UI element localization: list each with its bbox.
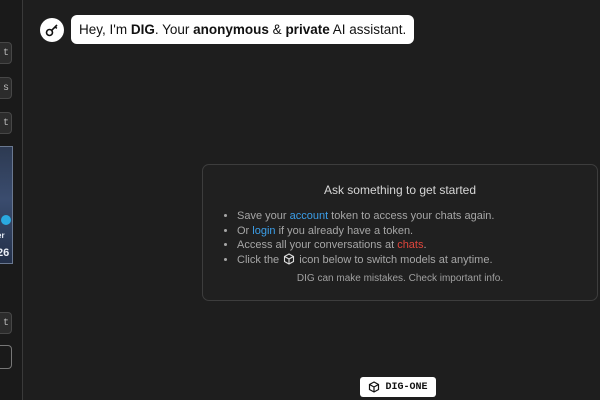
banner-number: 26 [0,247,10,259]
tip-login: Or login if you already have a token. [237,224,494,239]
sidebar-button-3[interactable]: t [0,112,12,134]
model-name: DIG-ONE [385,381,428,393]
tip-text: if you already have a token. [275,224,414,237]
tip-text: Or [237,224,253,237]
tip-text: . [423,239,427,252]
sidebar-button-label: t [2,47,9,59]
greeting-middle: . Your [154,22,194,37]
tip-text: Save your [237,210,290,222]
tips-list: Save your account token to access your c… [224,209,494,267]
sidebar-button-2[interactable]: s [0,77,12,99]
account-link[interactable]: account [290,210,329,222]
tip-text: Click the [237,253,283,266]
assistant-greeting: Hey, I'm DIG. Your anonymous & private A… [40,15,415,44]
chats-link[interactable]: chats [397,239,423,251]
greeting-anonymous: anonymous [193,22,269,37]
sidebar-button-label: t [2,317,9,329]
card-title: Ask something to get started [323,183,477,197]
greeting-suffix: AI assistant. [329,22,407,37]
assistant-avatar [40,17,64,42]
cube-icon [284,253,295,265]
tip-chats: Access all your conversations at chats. [237,238,494,253]
sidebar-button-1[interactable]: t [0,42,12,64]
banner-text: er [0,231,5,240]
assistant-name: DIG [130,22,155,37]
sidebar: t s t er 26 t [0,0,23,400]
greeting-private: private [285,22,330,37]
key-icon [45,23,58,36]
tip-text: token to access your chats again. [328,210,495,222]
get-started-card: Ask something to get started Save your a… [202,164,598,301]
tip-account: Save your account token to access your c… [237,209,494,224]
telegram-icon [1,215,11,225]
disclaimer-note: DIG can make mistakes. Check important i… [296,273,504,284]
sidebar-button-4[interactable]: t [0,312,12,334]
cube-icon [369,381,380,393]
model-selector-button[interactable]: DIG-ONE [360,377,436,397]
sidebar-button-5[interactable] [0,345,12,369]
sidebar-button-label: t [2,117,9,129]
greeting-bubble: Hey, I'm DIG. Your anonymous & private A… [71,15,415,44]
greeting-amp: & [268,22,286,37]
tip-text: icon below to switch models at anytime. [296,253,493,266]
sidebar-promo-banner[interactable]: er 26 [0,146,13,264]
tip-models: Click the icon below to switch models at… [237,253,494,268]
greeting-prefix: Hey, I'm [79,22,131,37]
sidebar-button-label: s [2,82,9,94]
tip-text: Access all your conversations at [237,239,398,252]
login-link[interactable]: login [252,225,275,237]
